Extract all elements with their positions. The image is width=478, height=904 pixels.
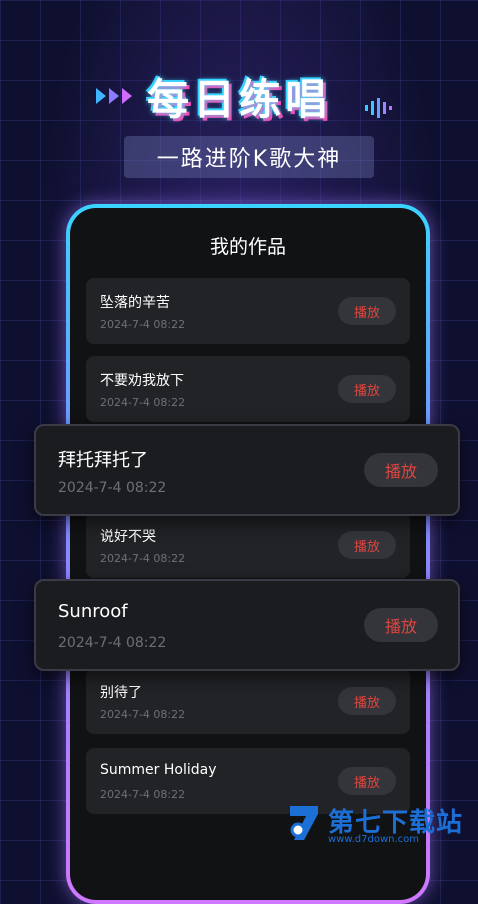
work-time: 2024-7-4 08:22 [58, 480, 167, 496]
subtitle-banner: 一路进阶K歌大神 [124, 136, 374, 178]
play-button[interactable]: 播放 [338, 297, 396, 325]
list-item[interactable]: 说好不哭 2024-7-4 08:22 播放 [86, 512, 410, 578]
work-name: 说好不哭 [100, 529, 156, 545]
play-button[interactable]: 播放 [364, 608, 438, 642]
work-name: 坠落的辛苦 [100, 295, 170, 311]
list-item[interactable]: 不要劝我放下 2024-7-4 08:22 播放 [86, 356, 410, 422]
watermark-url: www.d7down.com [328, 834, 420, 845]
phone-screen: 我的作品 坠落的辛苦 2024-7-4 08:22 播放 不要劝我放下 2024… [70, 208, 426, 900]
list-item[interactable]: 别待了 2024-7-4 08:22 播放 [86, 668, 410, 734]
play-button[interactable]: 播放 [364, 453, 438, 487]
highlighted-list-item[interactable]: Sunroof 2024-7-4 08:22 播放 [34, 579, 460, 671]
subtitle-text: 一路进阶K歌大神 [156, 147, 342, 172]
sound-wave-icon [365, 98, 392, 118]
play-button[interactable]: 播放 [338, 687, 396, 715]
highlighted-list-item[interactable]: 拜托拜托了 2024-7-4 08:22 播放 [34, 424, 460, 516]
watermark-logo-icon [290, 806, 318, 840]
work-time: 2024-7-4 08:22 [100, 396, 186, 409]
work-name: 别待了 [100, 685, 142, 701]
watermark: 第七下载站 www.d7down.com [280, 800, 476, 846]
screen-title: 我的作品 [209, 236, 286, 258]
play-button[interactable]: 播放 [338, 531, 396, 559]
play-button[interactable]: 播放 [338, 767, 396, 795]
work-time: 2024-7-4 08:22 [58, 635, 167, 651]
hero-title: 每日练唱 [146, 75, 331, 124]
work-time: 2024-7-4 08:22 [100, 318, 186, 331]
work-name: 不要劝我放下 [100, 373, 184, 389]
work-time: 2024-7-4 08:22 [100, 788, 186, 801]
work-name: 拜托拜托了 [58, 450, 148, 471]
work-name: Summer Holiday [100, 762, 217, 778]
phone-frame: 我的作品 坠落的辛苦 2024-7-4 08:22 播放 不要劝我放下 2024… [66, 204, 430, 904]
list-item[interactable]: 坠落的辛苦 2024-7-4 08:22 播放 [86, 278, 410, 344]
work-time: 2024-7-4 08:22 [100, 552, 186, 565]
work-name: Sunroof [58, 601, 128, 622]
work-time: 2024-7-4 08:22 [100, 708, 186, 721]
play-button[interactable]: 播放 [338, 375, 396, 403]
